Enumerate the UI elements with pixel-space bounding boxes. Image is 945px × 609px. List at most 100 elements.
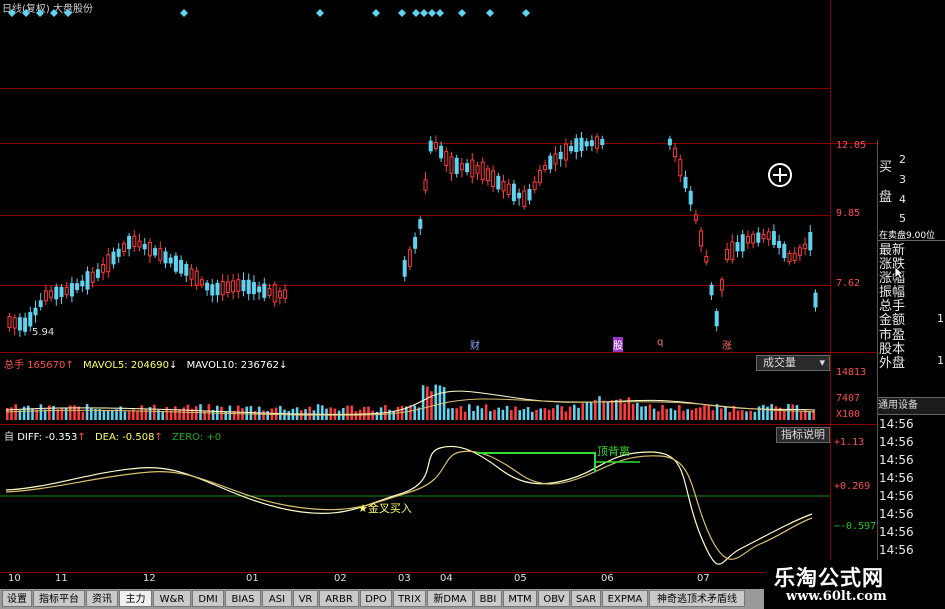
tab-trix[interactable]: TRIX (393, 590, 426, 607)
candle-body (142, 243, 147, 250)
volume-bar (787, 404, 790, 420)
crosshair-cursor-icon[interactable] (766, 161, 794, 189)
volume-bar (102, 410, 106, 420)
tab-expma[interactable]: EXPMA (602, 590, 648, 607)
candle-body (517, 192, 522, 199)
candle-body (808, 232, 813, 251)
volume-bar (568, 406, 572, 420)
candle-body (797, 247, 802, 256)
tab-news[interactable]: 资讯 (86, 590, 118, 607)
time-axis-label: 06 (601, 573, 614, 584)
volume-bar (165, 406, 169, 420)
candle-body (595, 136, 600, 149)
candle-body (511, 183, 516, 202)
tab-obv[interactable]: OBV (538, 590, 570, 607)
macd-chart[interactable] (0, 424, 830, 572)
volume-axis-label: X100 (836, 409, 861, 420)
volume-bar (81, 411, 85, 420)
volume-bar (367, 406, 370, 420)
candle-body (231, 280, 236, 293)
tab-sar[interactable]: SAR (571, 590, 601, 607)
volume-bar (127, 411, 131, 420)
volume-bar (224, 411, 227, 420)
volume-bar (484, 404, 488, 420)
volume-bar (602, 400, 605, 420)
tab-vr[interactable]: VR (293, 590, 318, 607)
tab-indicator-platform[interactable]: 指标平台 (33, 590, 85, 607)
volume-bar (354, 411, 358, 420)
candle-body (792, 252, 797, 261)
volume-bar (228, 405, 232, 420)
tab-new-dma[interactable]: 新DMA (427, 590, 473, 607)
candlestick-chart[interactable] (0, 0, 830, 352)
candle-body (147, 242, 152, 257)
candle-body (501, 181, 506, 192)
tab-main-force[interactable]: 主力 (119, 590, 152, 607)
field-amplitude: 振幅 (879, 285, 906, 300)
candle-body (402, 260, 407, 277)
candle-body (85, 271, 90, 290)
volume-bar (438, 385, 442, 420)
volume-bar (321, 405, 324, 420)
price-axis-label: 7.62 (836, 278, 861, 289)
price-axis-label: 9.85 (836, 208, 861, 219)
candle-body (69, 283, 74, 297)
volume-bar (379, 407, 383, 420)
volume-bar (720, 408, 723, 420)
event-marker-rise[interactable]: 涨 (722, 337, 732, 352)
volume-bar (287, 411, 290, 420)
volume-bar (413, 405, 416, 420)
volume-bar (606, 402, 610, 420)
candle-body (7, 316, 12, 328)
tab-bias[interactable]: BIAS (225, 590, 261, 607)
tab-custom-formula[interactable]: 神奇逃顶术矛盾线 (649, 590, 745, 607)
tab-settings[interactable]: 设置 (2, 590, 32, 607)
candle-body (480, 161, 485, 181)
volume-bar (665, 408, 668, 420)
volume-bar (585, 402, 589, 420)
candle-body (813, 292, 818, 308)
candle-body (704, 255, 709, 263)
candle-body (59, 287, 64, 297)
candle-body (688, 190, 693, 205)
tab-arbr[interactable]: ARBR (319, 590, 359, 607)
volume-bar (594, 399, 597, 420)
volume-bar (174, 406, 177, 420)
event-marker-finance[interactable]: 财 (470, 337, 480, 352)
settings-row[interactable]: 通用设备 (878, 397, 945, 415)
volume-bar (510, 410, 513, 420)
candle-body (433, 142, 438, 149)
candle-body (54, 286, 59, 300)
event-marker-q[interactable]: q (657, 337, 663, 348)
trade-time: 14:56 (879, 489, 914, 503)
candle-body (506, 183, 511, 195)
volume-bar (476, 405, 479, 420)
tab-dmi[interactable]: DMI (192, 590, 224, 607)
tab-wr[interactable]: W&R (153, 590, 191, 607)
candle-body (423, 179, 428, 191)
volume-chart[interactable] (0, 352, 830, 424)
volume-bar (631, 403, 635, 420)
candle-body (179, 259, 184, 274)
volume-bar (808, 411, 811, 420)
macd-axis-value: 1.13 (840, 437, 865, 448)
tab-mtm[interactable]: MTM (503, 590, 537, 607)
volume-bar (694, 408, 698, 420)
field-share-capital: 股本 (879, 342, 906, 357)
volume-bar (564, 411, 568, 420)
volume-bar (497, 407, 500, 420)
candle-body (553, 153, 558, 165)
volume-bar (140, 405, 143, 420)
tab-dpo[interactable]: DPO (360, 590, 392, 607)
tab-asi[interactable]: ASI (262, 590, 292, 607)
candle-body (267, 288, 272, 296)
volume-bar (161, 411, 164, 420)
time-axis-label: 01 (246, 573, 259, 584)
candle-body (116, 248, 121, 257)
divider (878, 240, 945, 241)
volume-bar (749, 410, 752, 420)
tab-bbi[interactable]: BBI (474, 590, 502, 607)
volume-bar (741, 410, 744, 420)
candle-body (532, 181, 537, 190)
event-marker-stock[interactable]: 股 (613, 337, 623, 352)
